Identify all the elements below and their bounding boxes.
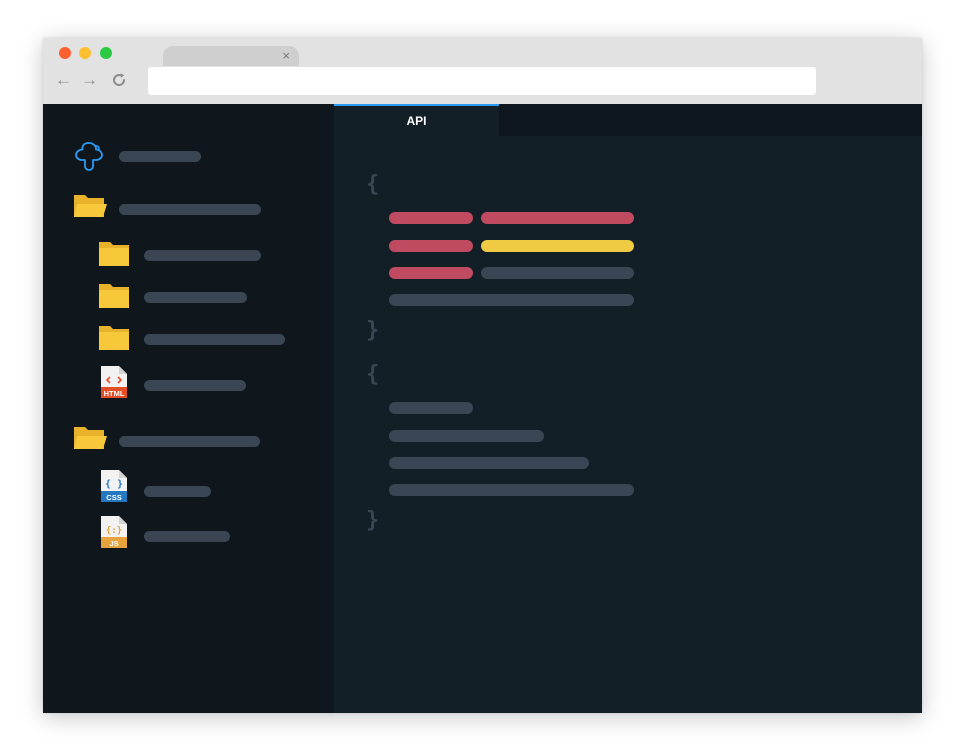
maximize-window-button[interactable] [100, 47, 112, 59]
close-window-button[interactable] [59, 47, 71, 59]
code-line [389, 457, 589, 469]
svg-text:JS: JS [109, 539, 118, 548]
tree-folder[interactable] [73, 424, 313, 454]
code-line [389, 294, 634, 306]
code-string [481, 240, 634, 252]
tree-root-label [119, 151, 201, 162]
tree-file-label [144, 486, 211, 497]
back-arrow-icon[interactable]: ← [55, 70, 72, 90]
tree-folder[interactable] [99, 324, 339, 354]
tree-folder[interactable] [99, 240, 329, 270]
file-tree-sidebar: HTML { } CSS {:} JS [43, 104, 334, 713]
browser-tab[interactable]: × [163, 46, 299, 66]
tree-folder-label [119, 436, 260, 447]
code-key [389, 267, 473, 279]
html-file-icon: HTML [101, 366, 127, 398]
tree-file-js[interactable]: {:} JS [101, 516, 301, 550]
tree-folder-label [119, 204, 261, 215]
editor-tab-bar: API [334, 104, 922, 136]
tree-file-label [144, 380, 246, 391]
close-icon[interactable]: × [282, 48, 290, 64]
svg-text:{ }: { } [105, 479, 123, 490]
code-key [389, 212, 473, 224]
svg-text:HTML: HTML [104, 389, 125, 398]
svg-text:CSS: CSS [106, 493, 121, 502]
js-file-icon: {:} JS [101, 516, 127, 548]
address-bar[interactable] [148, 67, 816, 95]
code-value [481, 267, 634, 279]
folder-icon [99, 242, 129, 266]
brace-open: { [366, 362, 380, 387]
folder-icon [99, 284, 129, 308]
folder-open-icon [74, 427, 107, 449]
tab-api-label: API [406, 114, 427, 128]
brace-close: } [366, 318, 380, 343]
cloud-icon [75, 142, 103, 171]
brace-open: { [366, 172, 380, 197]
minimize-window-button[interactable] [79, 47, 91, 59]
tree-file-html[interactable]: HTML [101, 366, 301, 400]
tree-folder[interactable] [99, 282, 329, 312]
svg-text:{:}: {:} [106, 526, 122, 536]
tree-file-label [144, 531, 230, 542]
code-editor: API { } { } [334, 104, 922, 713]
tree-folder-label [144, 334, 285, 345]
tree-folder[interactable] [73, 192, 313, 222]
tree-file-css[interactable]: { } CSS [101, 470, 301, 504]
code-line [389, 430, 544, 442]
code-line [389, 484, 634, 496]
browser-chrome: × ← → [43, 38, 922, 104]
css-file-icon: { } CSS [101, 470, 127, 502]
code-value [481, 212, 634, 224]
tree-root[interactable] [73, 140, 273, 171]
tree-folder-label [144, 292, 247, 303]
code-key [389, 240, 473, 252]
browser-window: × ← → HTML {} CSS {:} JS API {} {} [43, 38, 922, 713]
forward-arrow-icon[interactable]: → [81, 70, 98, 90]
code-line [389, 402, 473, 414]
tree-folder-label [144, 250, 261, 261]
brace-close: } [366, 508, 380, 533]
folder-open-icon [74, 195, 107, 217]
tab-api[interactable]: API [334, 104, 499, 136]
folder-icon [99, 326, 129, 350]
